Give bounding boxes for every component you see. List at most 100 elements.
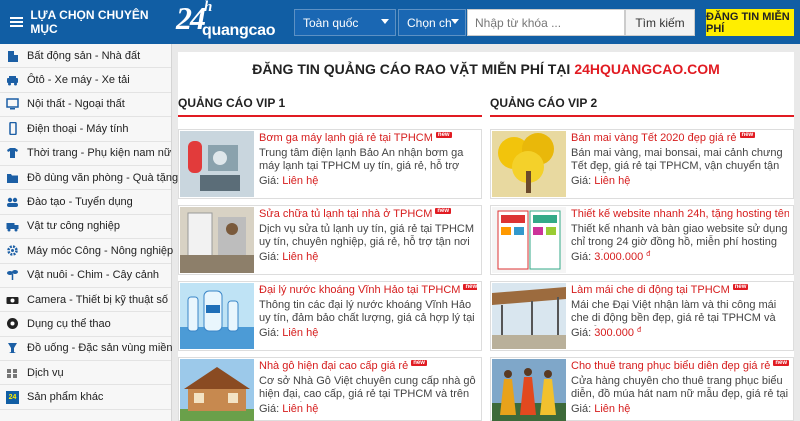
sidebar-item-office[interactable]: Đồ dùng văn phòng - Quà tặng xyxy=(0,166,178,191)
price-label: Giá: xyxy=(259,403,280,415)
sidebar-item-sports[interactable]: Dụng cụ thể thao xyxy=(0,312,171,337)
ad-title[interactable]: Bơm ga máy lạnh giá rẻ tại TPHCM xyxy=(259,132,433,144)
price-value: Liên hệ xyxy=(594,175,631,187)
building-icon xyxy=(6,49,19,62)
new-badge: new xyxy=(463,284,477,290)
ad-card[interactable]: Sửa chữa tủ lạnh tại nhà ở TPHCM new Dịch… xyxy=(178,205,482,275)
vip2-divider xyxy=(490,115,794,117)
chevron-down-icon xyxy=(381,19,389,24)
post-free-ad-button[interactable]: ĐĂNG TIN MIỄN PHÍ xyxy=(706,9,794,36)
sidebar-item-label: Điện thoại - Máy tính xyxy=(27,122,129,135)
sidebar-item-phones[interactable]: Điện thoại - Máy tính xyxy=(0,117,171,142)
ad-card[interactable]: Thiết kế website nhanh 24h, tặng hosting… xyxy=(490,205,794,275)
ad-title[interactable]: Bán mai vàng Tết 2020 đẹp giá rẻ xyxy=(571,132,737,144)
new-badge: new xyxy=(435,132,452,138)
promo-banner: ĐĂNG TIN QUẢNG CÁO RAO VẶT MIỄN PHÍ TẠI … xyxy=(178,52,794,86)
ad-card[interactable]: Làm mái che di động tại TPHCM new Mái che… xyxy=(490,281,794,351)
sidebar-item-camera[interactable]: Camera - Thiết bị kỹ thuật số xyxy=(0,288,171,313)
camera-icon xyxy=(6,293,19,306)
banner-site[interactable]: 24HQUANGCAO.COM xyxy=(574,61,719,77)
ad-price: Giá: Liên hệ xyxy=(259,327,318,339)
ad-title[interactable]: Cho thuê trang phục biểu diễn đẹp giá rẻ xyxy=(571,360,770,372)
ad-thumbnail[interactable] xyxy=(492,131,566,197)
search-button[interactable]: Tìm kiếm xyxy=(625,9,695,36)
sidebar-item-label: Vật nuôi - Chim - Cây cảnh xyxy=(27,269,160,282)
logo-word: quangcao xyxy=(202,22,276,39)
price-currency: đ xyxy=(637,327,641,334)
sidebar-item-fashion[interactable]: Thời trang - Phụ kiện nam nữ xyxy=(0,142,171,166)
site-logo[interactable]: 24h quangcao xyxy=(176,0,286,42)
ad-title[interactable]: Đại lý nước khoáng Vĩnh Hảo tại TPHCM xyxy=(259,284,460,296)
sidebar-item-machinery[interactable]: Máy móc Công - Nông nghiệp xyxy=(0,239,173,264)
price-label: Giá: xyxy=(571,175,592,187)
ad-title[interactable]: Thiết kế website nhanh 24h, tặng hosting… xyxy=(571,208,789,220)
logo-number: 24 xyxy=(176,0,206,36)
price-value: 3.000.000 xyxy=(594,251,644,263)
ad-card[interactable]: Nhà gỗ hiện đại cao cấp giá rẻ new Cơ sở … xyxy=(178,357,482,421)
truck-icon xyxy=(6,220,19,233)
sidebar-item-label: Camera - Thiết bị kỹ thuật số xyxy=(27,293,169,306)
region-select[interactable]: Toàn quốc xyxy=(294,9,396,36)
search-input[interactable]: Nhập từ khóa ... xyxy=(467,9,625,36)
ad-thumbnail[interactable] xyxy=(492,283,566,349)
ad-thumbnail[interactable] xyxy=(180,359,254,421)
ad-price: Giá: 3.000.000 đ xyxy=(571,251,650,263)
ad-thumbnail[interactable] xyxy=(180,283,254,349)
ad-price: Giá: Liên hệ xyxy=(259,175,318,187)
ball-icon xyxy=(6,317,19,330)
sidebar-item-label: Đồ uống - Đặc sản vùng miền xyxy=(27,342,173,355)
category-sidebar: Bất động sản - Nhà đất Ôtô - Xe máy - Xe… xyxy=(0,44,178,421)
price-value: Liên hệ xyxy=(594,403,631,415)
ad-description: Cửa hàng chuyên cho thuê trang phục biểu… xyxy=(571,375,789,402)
ad-card[interactable]: Bơm ga máy lạnh giá rẻ tại TPHCM new Trun… xyxy=(178,129,482,199)
new-badge: new xyxy=(773,360,789,366)
ad-description: Thiết kế nhanh và bàn giao website sử dụ… xyxy=(571,223,788,250)
sidebar-item-training[interactable]: Đào tạo - Tuyển dụng xyxy=(0,190,171,215)
region-select-value: Toàn quốc xyxy=(303,15,359,30)
drink-icon xyxy=(6,342,19,355)
sidebar-item-services[interactable]: Dịch vụ xyxy=(0,361,171,386)
ad-title[interactable]: Làm mái che di động tại TPHCM xyxy=(571,284,730,296)
service-icon xyxy=(6,366,19,379)
price-label: Giá: xyxy=(259,251,280,263)
ad-thumbnail[interactable] xyxy=(180,131,254,197)
ad-price: Giá: Liên hệ xyxy=(259,251,318,263)
new-badge: new xyxy=(435,208,452,214)
ad-card[interactable]: Bán mai vàng Tết 2020 đẹp giá rẻ new Bán … xyxy=(490,129,794,199)
ad-price: Giá: Liên hệ xyxy=(571,403,630,415)
sidebar-item-vehicles[interactable]: Ôtô - Xe máy - Xe tải xyxy=(0,68,171,93)
hamburger-icon xyxy=(10,15,24,29)
folder-icon xyxy=(6,171,19,184)
sidebar-item-pets[interactable]: Vật nuôi - Chim - Cây cảnh xyxy=(0,264,171,288)
ad-price: Giá: Liên hệ xyxy=(259,403,318,415)
price-value: Liên hệ xyxy=(282,251,319,263)
ad-description: Dịch vụ sửa tủ lạnh uy tín, giá rẻ tại T… xyxy=(259,223,475,250)
category-select[interactable]: Chọn ch xyxy=(398,9,466,36)
top-header: LỰA CHỌN CHUYÊN MỤC 24h quangcao Toàn qu… xyxy=(0,0,800,44)
vip2-title: QUẢNG CÁO VIP 2 xyxy=(490,96,598,110)
logo-sup: h xyxy=(204,0,212,16)
category-menu-label: LỰA CHỌN CHUYÊN MỤC xyxy=(30,8,149,36)
ad-thumbnail[interactable] xyxy=(180,207,254,273)
vip1-divider xyxy=(178,115,482,117)
price-value: Liên hệ xyxy=(282,175,319,187)
category-menu-toggle[interactable]: LỰA CHỌN CHUYÊN MỤC xyxy=(0,0,172,44)
plant-icon xyxy=(6,269,19,282)
ad-title[interactable]: Sửa chữa tủ lạnh tại nhà ở TPHCM xyxy=(259,208,432,220)
sidebar-item-furniture[interactable]: Nội thất - Ngoại thất xyxy=(0,93,171,118)
sidebar-item-other[interactable]: 24 Sản phẩm khác xyxy=(0,385,171,410)
main-content: ĐĂNG TIN QUẢNG CÁO RAO VẶT MIỄN PHÍ TẠI … xyxy=(178,52,794,421)
price-label: Giá: xyxy=(571,403,592,415)
ad-card[interactable]: Đại lý nước khoáng Vĩnh Hảo tại TPHCM new… xyxy=(178,281,482,351)
ad-thumbnail[interactable] xyxy=(492,207,566,273)
sidebar-item-label: Sản phẩm khác xyxy=(27,391,104,404)
ad-card[interactable]: Cho thuê trang phục biểu diễn đẹp giá rẻ… xyxy=(490,357,794,421)
sidebar-item-label: Đào tạo - Tuyển dụng xyxy=(27,196,133,209)
ad-thumbnail[interactable] xyxy=(492,359,566,421)
new-badge: new xyxy=(411,360,427,366)
sidebar-item-drinks[interactable]: Đồ uống - Đặc sản vùng miền xyxy=(0,337,173,362)
sidebar-item-industrial[interactable]: Vật tư công nghiệp xyxy=(0,215,171,240)
sidebar-item-real-estate[interactable]: Bất động sản - Nhà đất xyxy=(0,44,171,69)
monitor-icon xyxy=(6,98,19,111)
ad-title[interactable]: Nhà gỗ hiện đại cao cấp giá rẻ xyxy=(259,360,408,372)
